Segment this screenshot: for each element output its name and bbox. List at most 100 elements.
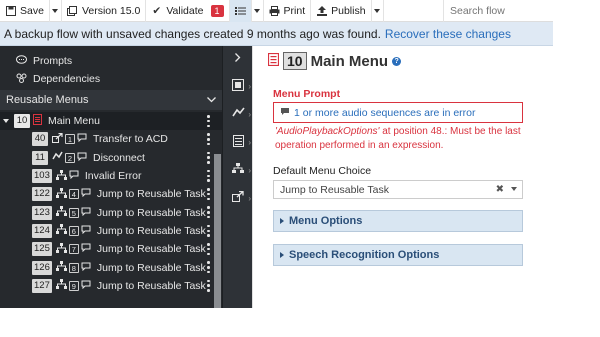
more-options-icon[interactable] xyxy=(207,151,210,164)
flow-icon xyxy=(55,206,67,219)
more-options-icon[interactable] xyxy=(207,261,210,274)
menu-options-accordion[interactable]: Menu Options xyxy=(273,210,523,232)
dtmf-key: 6 xyxy=(68,225,79,236)
tree-row[interactable]: 125 7 Jump to Reusable Task xyxy=(0,240,222,258)
node-label: Disconnect xyxy=(93,151,145,164)
scrollbar-thumb[interactable] xyxy=(214,154,221,308)
tree-row[interactable]: 40 1 Transfer to ACD xyxy=(0,130,222,148)
node-label: Transfer to ACD xyxy=(93,133,168,146)
tree-row[interactable]: 103 Invalid Error xyxy=(0,167,222,185)
node-icons: 4 xyxy=(55,187,91,201)
more-options-icon[interactable] xyxy=(207,224,210,237)
dtmf-key: 5 xyxy=(68,207,79,218)
save-label: Save xyxy=(20,4,44,17)
list-view-button[interactable] xyxy=(229,0,252,22)
speech-bubble-icon xyxy=(81,243,91,255)
properties-panel: 10 Main Menu ? Menu Prompt 1 or more aud… xyxy=(252,46,553,308)
list-icon xyxy=(234,5,246,16)
tree-row[interactable]: 127 9 Jump to Reusable Task xyxy=(0,277,222,295)
tree-row[interactable]: 123 5 Jump to Reusable Task xyxy=(0,203,222,221)
publish-button[interactable]: Publish xyxy=(311,0,372,22)
caret-right-icon xyxy=(280,218,284,224)
dtmf-key: 9 xyxy=(68,280,79,291)
clear-icon[interactable]: ✖ xyxy=(496,184,504,195)
tool-transfer-button[interactable]: › xyxy=(223,184,253,212)
document-icon xyxy=(232,134,244,150)
speech-bubble-icon xyxy=(77,133,87,145)
tree-row-main-menu[interactable]: 10 Main Menu xyxy=(0,112,222,131)
version-button[interactable]: Version 15.0 xyxy=(62,0,147,22)
tool-data-button[interactable]: › xyxy=(223,128,253,156)
flow-icon xyxy=(55,169,67,183)
caret-down-icon xyxy=(374,8,381,13)
tool-flow-button[interactable]: › xyxy=(223,156,253,184)
transfer-icon xyxy=(52,132,63,146)
backup-banner: A backup flow with unsaved changes creat… xyxy=(0,22,553,46)
publish-dropdown-button[interactable] xyxy=(372,0,384,22)
tree-row[interactable]: 124 6 Jump to Reusable Task xyxy=(0,222,222,240)
node-icons xyxy=(55,169,79,183)
node-icons: 5 xyxy=(55,206,91,219)
default-choice-value: Jump to Reusable Task xyxy=(280,183,389,196)
transfer-icon xyxy=(232,190,244,205)
print-button[interactable]: Print xyxy=(264,0,312,22)
chevron-right-icon: › xyxy=(248,165,251,175)
nav-prompts[interactable]: Prompts xyxy=(0,52,222,70)
dtmf-key: 8 xyxy=(68,262,79,273)
node-number: 10 xyxy=(14,114,30,129)
tool-disconnect-button[interactable]: › xyxy=(223,100,253,128)
validate-error-count: 1 xyxy=(210,4,224,17)
save-icon xyxy=(5,5,16,16)
node-icons: 8 xyxy=(55,261,91,274)
menu-tool-icon xyxy=(232,78,244,94)
nav-dependencies[interactable]: Dependencies xyxy=(0,70,222,88)
node-number: 125 xyxy=(32,242,52,257)
default-choice-select[interactable]: Jump to Reusable Task ✖ xyxy=(273,180,523,199)
more-options-icon[interactable] xyxy=(207,243,210,256)
banner-message: A backup flow with unsaved changes creat… xyxy=(4,26,381,41)
more-options-icon[interactable] xyxy=(207,115,210,127)
tree-row[interactable]: 126 8 Jump to Reusable Task xyxy=(0,258,222,276)
validate-button[interactable]: ✔ Validate 1 xyxy=(146,0,230,22)
tool-menu-button[interactable]: › xyxy=(223,72,253,100)
more-options-icon[interactable] xyxy=(207,169,210,182)
print-label: Print xyxy=(283,4,306,17)
caret-down-icon[interactable] xyxy=(511,187,517,191)
version-label: Version 15.0 xyxy=(81,4,141,17)
collapse-panel-button[interactable] xyxy=(223,46,253,72)
node-number: 124 xyxy=(32,223,52,238)
node-number: 123 xyxy=(32,205,52,220)
view-dropdown-button[interactable] xyxy=(252,0,264,22)
menu-icon xyxy=(267,52,280,69)
search-box xyxy=(443,0,553,22)
speech-options-accordion[interactable]: Speech Recognition Options xyxy=(273,244,523,266)
speech-bubble-icon xyxy=(81,225,91,237)
save-button[interactable]: Save xyxy=(0,0,50,22)
more-options-icon[interactable] xyxy=(207,188,210,201)
node-icons: 1 xyxy=(52,132,87,146)
dtmf-key: 1 xyxy=(65,134,75,145)
speech-bubble-icon xyxy=(77,152,87,164)
more-options-icon[interactable] xyxy=(207,279,210,292)
collapse-triangle-icon[interactable] xyxy=(3,119,9,124)
flow-icon xyxy=(55,242,67,256)
menu-prompt-value: 1 or more audio sequences are in error xyxy=(294,106,476,119)
dtmf-key: 2 xyxy=(65,152,75,163)
more-options-icon[interactable] xyxy=(207,133,210,146)
tree-row[interactable]: 11 2 Disconnect xyxy=(0,149,222,167)
node-label: Jump to Reusable Task xyxy=(96,224,206,237)
nav-prompts-label: Prompts xyxy=(33,55,73,67)
menu-prompt-field[interactable]: 1 or more audio sequences are in error xyxy=(273,102,523,123)
search-input[interactable] xyxy=(450,4,553,17)
menu-options-label: Menu Options xyxy=(289,215,363,227)
flow-icon xyxy=(232,163,244,177)
help-icon[interactable]: ? xyxy=(392,56,402,66)
speech-bubble-icon xyxy=(81,262,91,274)
speech-bubble-icon xyxy=(81,188,91,200)
dtmf-key: 4 xyxy=(68,189,79,200)
more-options-icon[interactable] xyxy=(207,206,210,219)
tree-row[interactable]: 122 4 Jump to Reusable Task xyxy=(0,185,222,203)
recover-link[interactable]: Recover these changes xyxy=(385,27,511,41)
save-dropdown-button[interactable] xyxy=(50,0,62,22)
reusable-menus-section[interactable]: Reusable Menus xyxy=(0,90,222,110)
